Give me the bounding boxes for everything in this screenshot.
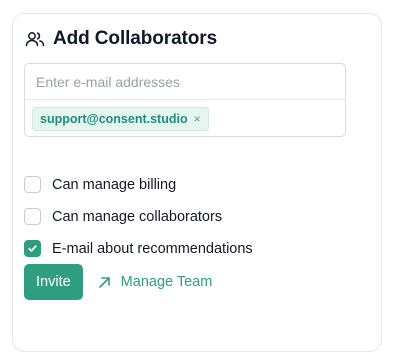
card-header: Add Collaborators xyxy=(24,28,217,50)
manage-team-link[interactable]: Manage Team xyxy=(97,274,213,290)
arrow-up-right-icon xyxy=(97,275,112,290)
email-input-box: support@consent.studio × xyxy=(24,63,346,137)
option-email-recommendations[interactable]: E-mail about recommendations xyxy=(24,240,253,257)
checkbox-manage-billing[interactable] xyxy=(24,176,41,193)
option-label: Can manage billing xyxy=(52,176,177,193)
email-field[interactable] xyxy=(25,64,345,99)
close-icon[interactable]: × xyxy=(194,112,201,126)
email-chip: support@consent.studio × xyxy=(32,107,209,131)
checkbox-email-recommendations[interactable] xyxy=(24,240,41,257)
option-label: E-mail about recommendations xyxy=(52,240,253,257)
checkmark-icon xyxy=(28,245,37,252)
manage-team-label: Manage Team xyxy=(120,274,213,290)
email-chip-label: support@consent.studio xyxy=(40,112,188,126)
actions-row: Invite Manage Team xyxy=(24,264,212,300)
checkbox-manage-collaborators[interactable] xyxy=(24,208,41,225)
option-manage-billing[interactable]: Can manage billing xyxy=(24,176,176,193)
page-title: Add Collaborators xyxy=(53,28,218,49)
option-label: Can manage collaborators xyxy=(52,208,223,225)
invite-button[interactable]: Invite xyxy=(24,264,83,300)
option-manage-collaborators[interactable]: Can manage collaborators xyxy=(24,208,222,225)
users-icon xyxy=(24,28,46,50)
email-chips: support@consent.studio × xyxy=(25,100,345,138)
